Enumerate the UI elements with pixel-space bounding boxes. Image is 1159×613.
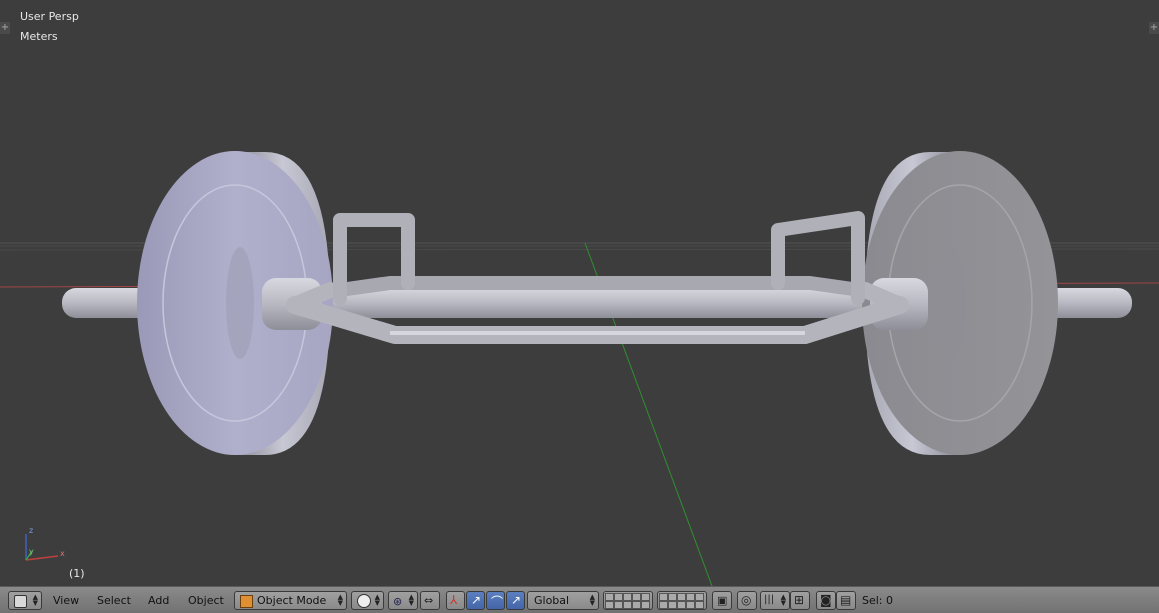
toolshelf-toggle-icon[interactable]: + xyxy=(0,22,10,34)
translate-toggle[interactable]: ↗ xyxy=(466,591,485,610)
lock-icon: ▣ xyxy=(717,594,728,607)
editor-type-icon xyxy=(14,595,27,608)
axis-x-label: x xyxy=(60,549,65,558)
snap-target-button[interactable]: ⊞ xyxy=(790,591,810,610)
snap-element-button[interactable]: ||| ▲ ▼ xyxy=(760,591,790,610)
opengl-render-button[interactable]: ◙ xyxy=(816,591,836,610)
rotate-icon: ⌒ xyxy=(491,595,504,609)
units-label: Meters xyxy=(20,30,58,43)
proportional-edit-icon: ◎ xyxy=(741,593,752,607)
orientation-selector[interactable]: Global ▲ ▼ xyxy=(527,591,599,610)
layers-icon xyxy=(605,593,651,601)
render-icon: ◙ xyxy=(820,593,832,607)
scale-icon: ↗ xyxy=(511,593,522,607)
opengl-render-animation-button[interactable]: ▤ xyxy=(836,591,856,610)
axis-y-label: y xyxy=(29,547,34,556)
translate-icon: ⅄ xyxy=(450,593,458,607)
translate-manipulator[interactable]: ⅄ xyxy=(446,591,465,610)
menu-object[interactable]: Object xyxy=(188,594,224,607)
object-mode-icon xyxy=(240,595,253,608)
shading-solid-icon xyxy=(357,594,371,608)
scene-render xyxy=(0,151,1159,586)
menu-view[interactable]: View xyxy=(53,594,79,607)
viewport-header: ▲ ▼ View Select Add Object Object Mode ▲ ▼… xyxy=(0,586,1159,613)
snap-target-icon: ⊞ xyxy=(794,593,805,607)
layers-group-1[interactable] xyxy=(603,591,653,610)
frame-number-label: (1) xyxy=(69,567,85,580)
snap-icon: ||| xyxy=(764,594,775,605)
editor-type-button[interactable]: ▲ ▼ xyxy=(8,591,42,610)
pivot-icon: ⊛ xyxy=(393,595,403,608)
pivot-point-button[interactable]: ⊛ ▲ ▼ xyxy=(388,591,418,610)
viewport-shading-button[interactable]: ▲ ▼ xyxy=(351,591,384,610)
arrow-icon: ↗ xyxy=(471,593,482,607)
manipulator-icon: ⇔ xyxy=(424,594,434,607)
lock-layers-button[interactable]: ▣ xyxy=(712,591,732,610)
layers-group-2[interactable] xyxy=(657,591,707,610)
mode-label: Object Mode xyxy=(257,594,327,607)
scale-toggle[interactable]: ↗ xyxy=(506,591,525,610)
properties-toggle-icon[interactable]: + xyxy=(1149,22,1159,34)
3d-viewport[interactable]: User Persp Meters (1) z x y + + xyxy=(0,0,1159,586)
manipulator-toggle[interactable]: ⇔ xyxy=(420,591,440,610)
mode-selector[interactable]: Object Mode ▲ ▼ xyxy=(234,591,347,610)
rotate-toggle[interactable]: ⌒ xyxy=(486,591,505,610)
menu-add[interactable]: Add xyxy=(148,594,169,607)
menu-select[interactable]: Select xyxy=(97,594,131,607)
view-name-label: User Persp xyxy=(20,10,79,23)
proportional-edit-button[interactable]: ◎ xyxy=(737,591,757,610)
orientation-label: Global xyxy=(534,594,570,607)
axis-z-label: z xyxy=(29,526,34,535)
clapper-icon: ▤ xyxy=(840,593,852,607)
selection-count: Sel: 0 xyxy=(862,594,894,607)
